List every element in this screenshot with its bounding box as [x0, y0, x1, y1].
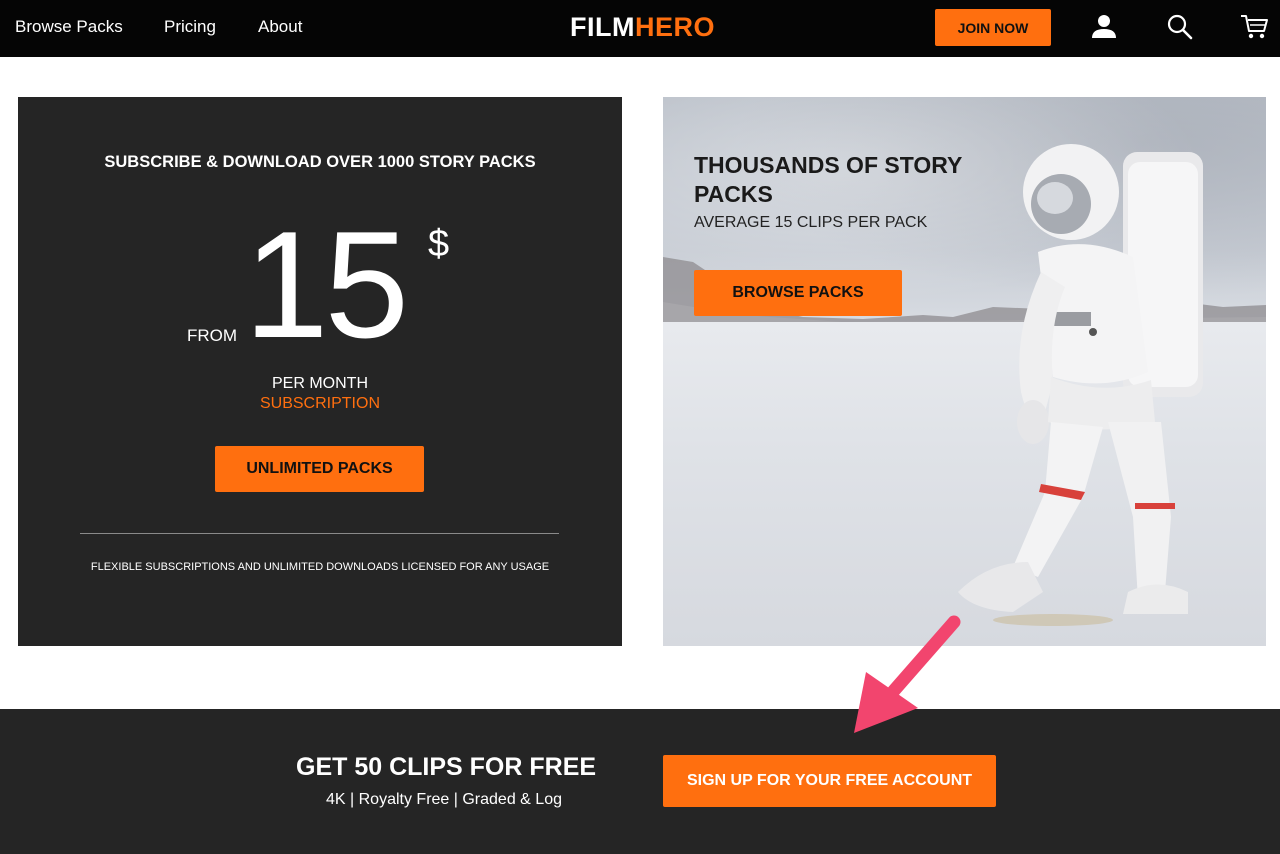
price-prefix: FROM	[187, 326, 238, 345]
price-currency: $	[428, 223, 450, 265]
pink-arrow-annotation	[854, 615, 961, 733]
story-packs-hero: THOUSANDS OF STORY PACKS AVERAGE 15 CLIP…	[663, 97, 1266, 646]
price-period-type: SUBSCRIPTION	[259, 395, 380, 412]
browse-packs-button[interactable]: BROWSE PACKS	[694, 270, 902, 316]
free-clips-subtext: 4K | Royalty Free | Graded & Log	[326, 791, 562, 808]
unlimited-packs-button[interactable]: UNLIMITED PACKS	[215, 446, 424, 492]
hero-title: THOUSANDS OF STORY PACKS	[694, 152, 962, 207]
price-period: PER MONTH	[272, 375, 368, 392]
search-icon[interactable]	[1165, 12, 1195, 42]
nav-link-browse-packs[interactable]: Browse Packs	[15, 17, 123, 37]
user-icon[interactable]	[1090, 12, 1120, 42]
free-clips-band: GET 50 CLIPS FOR FREE 4K | Royalty Free …	[0, 709, 1280, 854]
nav-link-about[interactable]: About	[258, 17, 302, 37]
hero-subtitle: AVERAGE 15 CLIPS PER PACK	[694, 214, 928, 231]
join-now-button[interactable]: JOIN NOW	[935, 9, 1051, 46]
free-clips-heading: GET 50 CLIPS FOR FREE	[296, 753, 597, 781]
sign-up-free-account-button[interactable]: SIGN UP FOR YOUR FREE ACCOUNT	[663, 755, 996, 807]
cart-icon[interactable]	[1240, 12, 1270, 42]
nav-link-pricing[interactable]: Pricing	[164, 17, 216, 37]
filmhero-logo[interactable]: FILMHERO	[570, 12, 715, 43]
logo-hero-text: HERO	[634, 12, 715, 42]
price-amount: 15	[244, 200, 409, 370]
card-divider	[80, 533, 559, 534]
subscription-footnote: FLEXIBLE SUBSCRIPTIONS AND UNLIMITED DOW…	[90, 561, 550, 573]
subscription-heading: SUBSCRIBE & DOWNLOAD OVER 1000 STORY PAC…	[104, 153, 536, 171]
logo-film-text: FILM	[570, 12, 635, 42]
subscription-card: SUBSCRIBE & DOWNLOAD OVER 1000 STORY PAC…	[18, 97, 622, 646]
top-nav-bar: Browse Packs Pricing About FILMHERO JOIN…	[0, 0, 1280, 57]
